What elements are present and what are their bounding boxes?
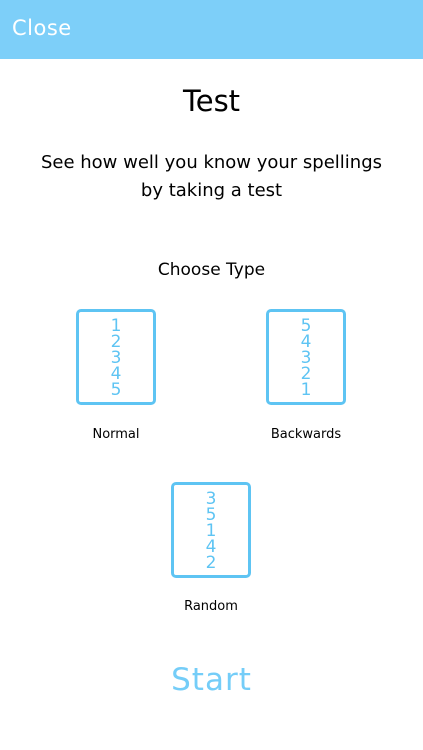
digit: 1 bbox=[300, 380, 312, 400]
option-normal-label: Normal bbox=[92, 427, 140, 442]
page-title: Test bbox=[182, 84, 241, 118]
page-subtitle: See how well you know your spellings by … bbox=[20, 149, 403, 205]
normal-card-icon: 1 2 3 4 5 bbox=[76, 309, 156, 405]
random-card-icon: 3 5 1 4 2 bbox=[171, 482, 251, 578]
option-backwards[interactable]: 5 4 3 2 1 Backwards bbox=[236, 309, 376, 449]
normal-digits: 1 2 3 4 5 bbox=[79, 318, 153, 400]
option-random-label: Random bbox=[184, 599, 238, 614]
close-button[interactable]: Close bbox=[12, 16, 72, 40]
option-normal[interactable]: 1 2 3 4 5 Normal bbox=[46, 309, 186, 449]
subtitle-line-1: See how well you know your spellings bbox=[40, 152, 383, 173]
random-digits: 3 5 1 4 2 bbox=[174, 491, 248, 573]
subtitle-line-2: by taking a test bbox=[140, 180, 283, 201]
choose-type-heading: Choose Type bbox=[157, 260, 266, 280]
start-button[interactable]: Start bbox=[0, 662, 423, 698]
backwards-card-icon: 5 4 3 2 1 bbox=[266, 309, 346, 405]
backwards-digits: 5 4 3 2 1 bbox=[269, 318, 343, 400]
top-bar: Close bbox=[0, 0, 423, 59]
option-backwards-label: Backwards bbox=[270, 427, 342, 442]
digit: 5 bbox=[110, 380, 122, 400]
digit: 2 bbox=[205, 553, 217, 573]
option-random[interactable]: 3 5 1 4 2 Random bbox=[141, 482, 281, 622]
test-screen: Close Test See how well you know your sp… bbox=[0, 0, 423, 750]
